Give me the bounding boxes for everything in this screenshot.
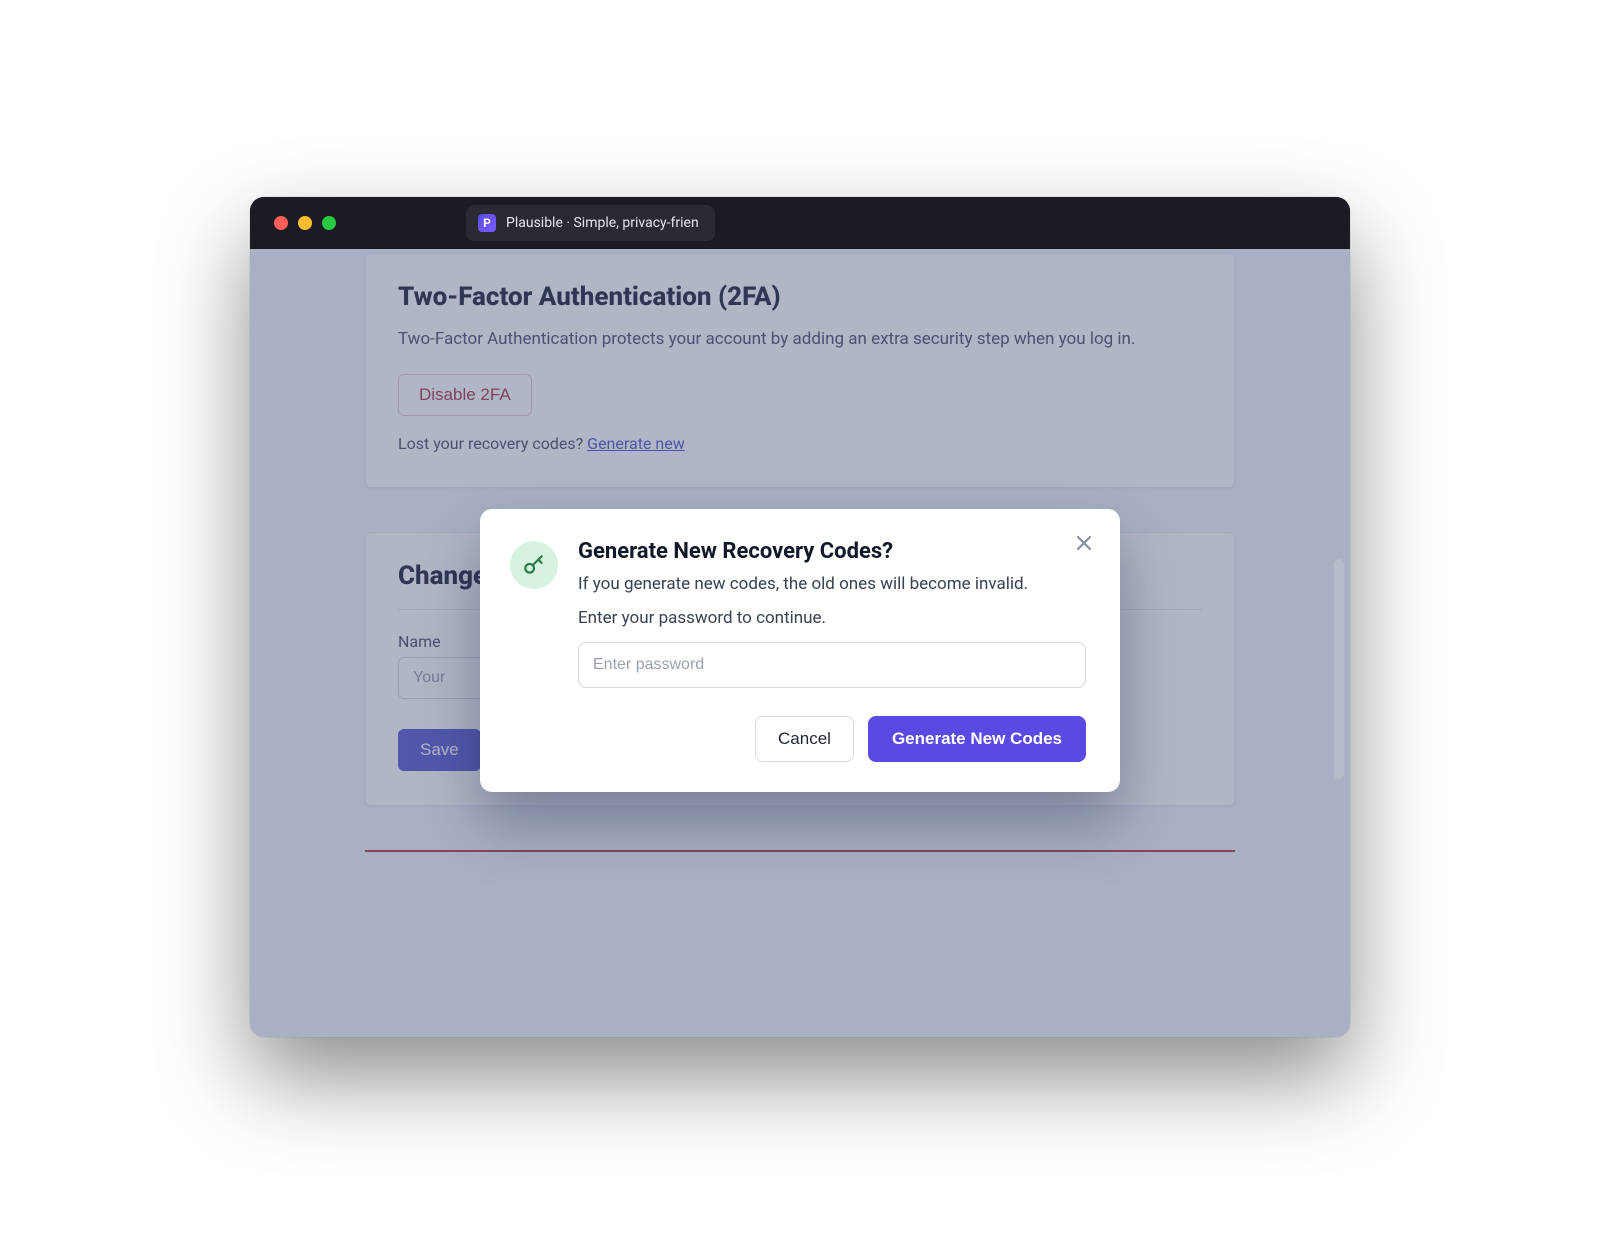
key-icon	[521, 552, 547, 578]
password-input[interactable]	[578, 642, 1086, 688]
scrollbar-track[interactable]	[1332, 249, 1346, 1037]
browser-window: P Plausible · Simple, privacy-frien Two-…	[250, 197, 1350, 1037]
page-viewport: Two-Factor Authentication (2FA) Two-Fact…	[250, 249, 1350, 1037]
window-zoom-dot[interactable]	[322, 216, 336, 230]
cancel-button-label: Cancel	[778, 729, 831, 748]
browser-tab[interactable]: P Plausible · Simple, privacy-frien	[466, 205, 715, 241]
generate-recovery-modal: Generate New Recovery Codes? If you gene…	[480, 509, 1120, 792]
modal-close-button[interactable]	[1068, 527, 1100, 559]
cancel-button[interactable]: Cancel	[755, 716, 854, 762]
modal-warning-text: If you generate new codes, the old ones …	[578, 574, 1086, 594]
key-badge	[510, 541, 558, 589]
tab-title: Plausible · Simple, privacy-frien	[506, 215, 699, 231]
modal-instruction-text: Enter your password to continue.	[578, 608, 1086, 628]
generate-codes-label: Generate New Codes	[892, 729, 1062, 748]
modal-title: Generate New Recovery Codes?	[578, 539, 1086, 564]
window-minimize-dot[interactable]	[298, 216, 312, 230]
window-close-dot[interactable]	[274, 216, 288, 230]
modal-body: Generate New Recovery Codes? If you gene…	[578, 539, 1086, 688]
modal-actions: Cancel Generate New Codes	[510, 716, 1086, 762]
tabstrip: P Plausible · Simple, privacy-frien	[466, 205, 715, 241]
scrollbar-thumb[interactable]	[1334, 559, 1344, 779]
window-titlebar: P Plausible · Simple, privacy-frien	[250, 197, 1350, 249]
generate-codes-button[interactable]: Generate New Codes	[868, 716, 1086, 762]
plausible-favicon: P	[478, 214, 496, 232]
close-icon	[1074, 533, 1094, 553]
